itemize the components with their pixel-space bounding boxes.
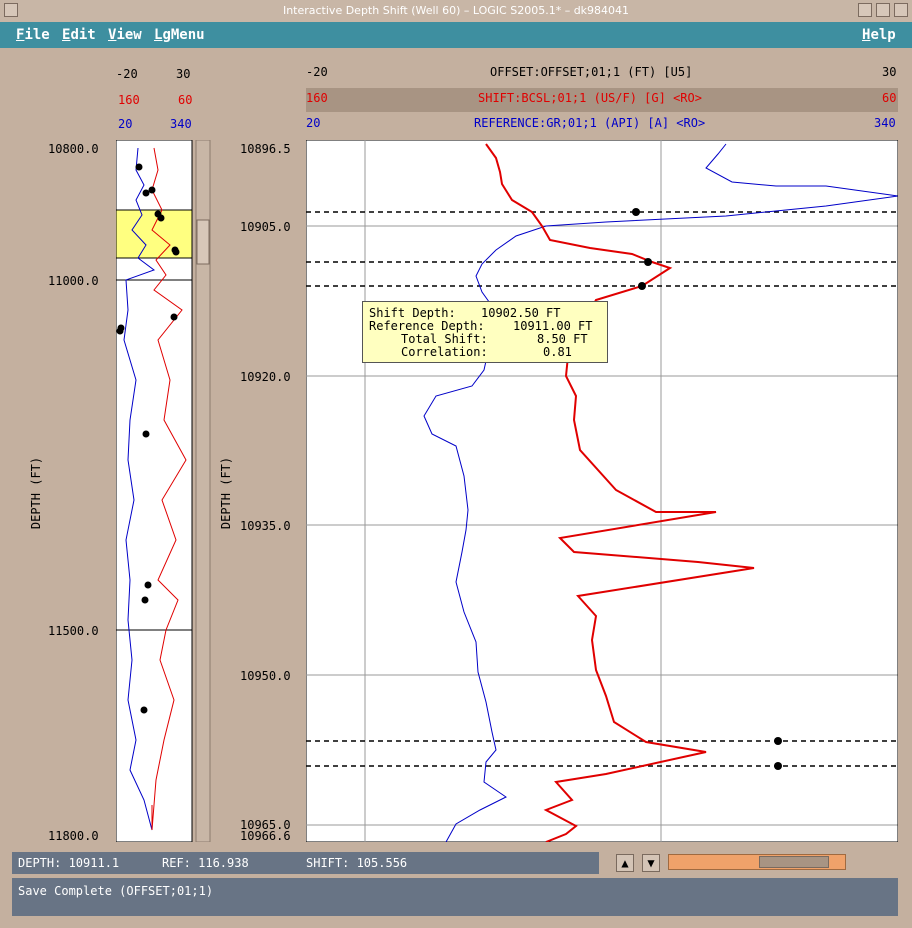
status-shift: SHIFT: 105.556 — [306, 856, 408, 870]
main-depth-tick: 10920.0 — [240, 370, 291, 384]
zoom-slider[interactable] — [668, 854, 846, 870]
main-offset-max: 30 — [882, 65, 897, 79]
overview-depth-tick: 10800.0 — [48, 142, 99, 156]
overview-offset-max: 30 — [176, 67, 191, 81]
tt-total-shift-value: 8.50 FT — [537, 332, 588, 346]
tt-ref-depth-value: 10911.00 FT — [513, 319, 593, 333]
main-ref-title: REFERENCE:GR;01;1 (API) [A] <RO> — [474, 116, 706, 130]
main-depth-tick: 10896.5 — [240, 142, 291, 156]
window-title: Interactive Depth Shift (Well 60) – LOGI… — [282, 4, 630, 17]
overview-scrollbar-thumb[interactable] — [196, 219, 210, 265]
overview-ref-max: 340 — [170, 117, 192, 131]
tt-ref-depth-label: Reference Depth: — [369, 319, 485, 333]
status-ref: REF: 116.938 — [162, 856, 249, 870]
main-shift-title: SHIFT:BCSL;01;1 (US/F) [G] <RO> — [478, 91, 702, 105]
main-depth-tick: 10935.0 — [240, 519, 291, 533]
main-offset-min: -20 — [306, 65, 328, 79]
tt-shift-depth-value: 10902.50 FT — [481, 306, 561, 320]
main-log-track[interactable] — [306, 140, 898, 842]
scroll-down-button[interactable]: ▼ — [642, 854, 660, 872]
status-message: Save Complete (OFFSET;01;1) — [18, 884, 214, 898]
close-button[interactable] — [894, 3, 908, 17]
minimize-button[interactable] — [858, 3, 872, 17]
overview-depth-axis-label: DEPTH (FT) — [29, 456, 43, 530]
title-bar[interactable]: Interactive Depth Shift (Well 60) – LOGI… — [0, 0, 912, 23]
overview-track[interactable] — [116, 140, 212, 842]
menu-bar: File Edit View LgMenu Help — [0, 22, 912, 48]
tt-correlation-label: Correlation: — [401, 345, 488, 359]
tt-shift-depth-label: Shift Depth: — [369, 306, 456, 320]
menu-edit[interactable]: Edit — [62, 27, 96, 43]
overview-shift-min: 160 — [118, 93, 140, 107]
maximize-button[interactable] — [876, 3, 890, 17]
main-depth-axis-label: DEPTH (FT) — [219, 456, 233, 530]
main-ref-max: 340 — [874, 116, 896, 130]
overview-shift-max: 60 — [178, 93, 193, 107]
message-bar: Save Complete (OFFSET;01;1) — [12, 878, 898, 916]
overview-offset-min: -20 — [116, 67, 138, 81]
overview-depth-tick: 11000.0 — [48, 274, 99, 288]
tt-total-shift-label: Total Shift: — [401, 332, 488, 346]
menu-help[interactable]: Help — [862, 27, 896, 43]
main-depth-tick: 10905.0 — [240, 220, 291, 234]
status-bar: DEPTH: 10911.1 REF: 116.938 SHIFT: 105.5… — [12, 852, 599, 874]
main-depth-tick: 10966.6 — [240, 829, 291, 843]
status-depth: DEPTH: 10911.1 — [18, 856, 120, 870]
overview-view-window[interactable] — [116, 209, 193, 259]
tt-correlation-value: 0.81 — [543, 345, 572, 359]
main-shift-min: 160 — [306, 91, 328, 105]
overview-depth-tick: 11500.0 — [48, 624, 99, 638]
main-ref-min: 20 — [306, 116, 321, 130]
main-offset-title: OFFSET:OFFSET;01;1 (FT) [U5] — [490, 65, 693, 79]
menu-view[interactable]: View — [108, 27, 142, 43]
overview-ref-min: 20 — [118, 117, 133, 131]
zoom-slider-thumb[interactable] — [759, 856, 829, 868]
main-shift-max: 60 — [882, 91, 897, 105]
shift-info-tooltip: Shift Depth: 10902.50 FT Reference Depth… — [362, 301, 608, 363]
overview-depth-tick: 11800.0 — [48, 829, 99, 843]
main-depth-tick: 10950.0 — [240, 669, 291, 683]
menu-file[interactable]: File — [16, 27, 50, 43]
scroll-up-button[interactable]: ▲ — [616, 854, 634, 872]
menu-lgmenu[interactable]: LgMenu — [154, 27, 205, 43]
